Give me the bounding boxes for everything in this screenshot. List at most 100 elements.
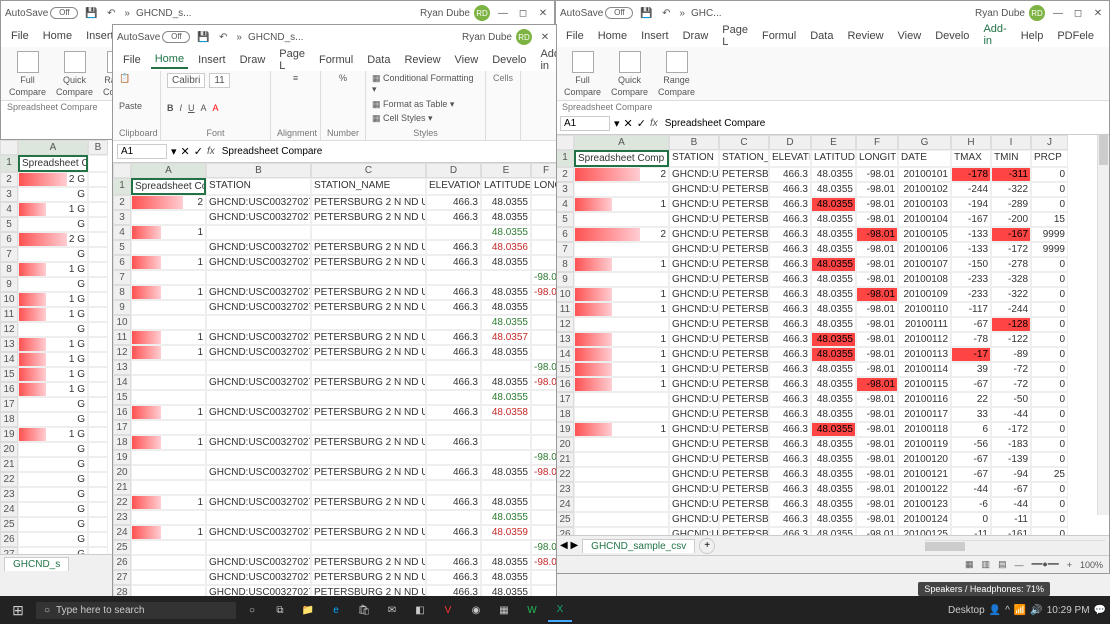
data-cell[interactable] [574, 512, 669, 527]
data-cell[interactable]: -72 [991, 362, 1031, 377]
data-cell[interactable]: PETERSBURG 2 N ND US [311, 435, 426, 450]
save-icon[interactable]: 💾 [196, 30, 210, 44]
explorer-icon[interactable]: 📁 [296, 598, 320, 622]
data-cell[interactable]: 466.3 [769, 497, 811, 512]
data-cell[interactable]: 20100115 [898, 377, 951, 392]
quick-compare-button[interactable]: QuickCompare [56, 51, 93, 97]
bold-button[interactable]: B [167, 103, 174, 113]
data-cell[interactable]: 466.3 [769, 512, 811, 527]
data-cell[interactable]: 0 [1031, 257, 1068, 272]
data-cell[interactable]: 1 [131, 345, 206, 360]
menu-draw[interactable]: Draw [236, 52, 270, 68]
data-cell[interactable]: G [18, 187, 88, 202]
data-cell[interactable]: 466.3 [769, 347, 811, 362]
data-cell[interactable]: 20100117 [898, 407, 951, 422]
menu-page[interactable]: Page L [718, 22, 752, 50]
data-cell[interactable]: -150 [951, 257, 991, 272]
maximize-icon[interactable]: ◻ [1071, 6, 1085, 20]
data-cell[interactable]: PETERSBU [719, 227, 769, 242]
data-cell[interactable]: -56 [951, 437, 991, 452]
data-cell[interactable]: 20100114 [898, 362, 951, 377]
data-cell[interactable]: 48.0355 [811, 197, 856, 212]
data-cell[interactable] [481, 270, 531, 285]
data-cell[interactable]: 1 [574, 377, 669, 392]
data-cell[interactable]: 1 [574, 422, 669, 437]
data-cell[interactable]: 20100106 [898, 242, 951, 257]
data-cell[interactable]: PETERSBURG 2 N ND US [311, 285, 426, 300]
data-cell[interactable]: 9999 [1031, 242, 1068, 257]
menu-formul[interactable]: Formul [315, 52, 357, 68]
data-cell[interactable]: 1 [574, 362, 669, 377]
data-cell[interactable]: 48.0355 [481, 195, 531, 210]
data-cell[interactable]: 48.0355 [811, 422, 856, 437]
data-cell[interactable]: PETERSBU [719, 272, 769, 287]
data-cell[interactable]: -98.01 [856, 302, 898, 317]
save-icon[interactable]: 💾 [84, 6, 98, 20]
data-cell[interactable]: 1 [574, 332, 669, 347]
autosave-toggle-2[interactable]: AutoSave Off [117, 31, 190, 43]
data-cell[interactable]: -98.02 [531, 465, 556, 480]
toggle-off-icon[interactable]: Off [50, 7, 78, 19]
data-cell[interactable] [531, 435, 556, 450]
data-cell[interactable]: PETERSBURG 2 N ND US [311, 255, 426, 270]
data-cell[interactable]: 20100101 [898, 167, 951, 182]
data-cell[interactable]: 466.3 [426, 195, 481, 210]
data-cell[interactable]: 466.3 [426, 255, 481, 270]
data-cell[interactable]: 466.3 [769, 452, 811, 467]
italic-button[interactable]: I [180, 103, 183, 113]
data-cell[interactable]: 20100123 [898, 497, 951, 512]
chrome-icon[interactable]: ◉ [464, 598, 488, 622]
data-cell[interactable]: 466.3 [769, 407, 811, 422]
data-cell[interactable]: G [18, 217, 88, 232]
data-cell[interactable]: -17 [951, 347, 991, 362]
people-icon[interactable]: 👤 [989, 605, 1001, 616]
data-cell[interactable] [206, 390, 311, 405]
data-cell[interactable]: GHCND:US [669, 407, 719, 422]
data-cell[interactable]: PETERSBU [719, 527, 769, 535]
data-cell[interactable] [426, 360, 481, 375]
data-cell[interactable]: G [18, 532, 88, 547]
data-cell[interactable]: -6 [951, 497, 991, 512]
data-cell[interactable]: GHCND:US [669, 497, 719, 512]
data-cell[interactable]: PETERSBU [719, 377, 769, 392]
data-cell[interactable]: 0 [951, 512, 991, 527]
data-cell[interactable]: 0 [1031, 497, 1068, 512]
data-cell[interactable]: 1 [131, 495, 206, 510]
data-cell[interactable]: GHCND:US [669, 257, 719, 272]
data-cell[interactable]: GHCND:US [669, 452, 719, 467]
data-cell[interactable] [426, 450, 481, 465]
data-cell[interactable]: 466.3 [426, 465, 481, 480]
data-cell[interactable]: -98.01 [531, 360, 556, 375]
data-cell[interactable]: -98.01 [856, 197, 898, 212]
data-cell[interactable]: 1 [131, 405, 206, 420]
data-cell[interactable]: GHCND:US [669, 332, 719, 347]
data-cell[interactable] [206, 420, 311, 435]
data-cell[interactable] [481, 540, 531, 555]
data-cell[interactable]: 20100125 [898, 527, 951, 535]
data-cell[interactable]: 15 [1031, 212, 1068, 227]
data-cell[interactable]: 466.3 [426, 300, 481, 315]
data-cell[interactable]: 0 [1031, 422, 1068, 437]
sheet-tab[interactable]: GHCND_sample_csv [582, 539, 695, 553]
data-cell[interactable]: GHCND:USC00327027 [206, 240, 311, 255]
data-cell[interactable]: 20100119 [898, 437, 951, 452]
data-cell[interactable] [311, 390, 426, 405]
data-cell[interactable]: 1 G [18, 307, 88, 322]
data-cell[interactable]: PETERSBURG 2 N ND US [311, 495, 426, 510]
data-cell[interactable] [131, 480, 206, 495]
data-cell[interactable]: GHCND:USC00327027 [206, 300, 311, 315]
data-cell[interactable]: GHCND:US [669, 377, 719, 392]
data-cell[interactable]: -98.01 [856, 212, 898, 227]
data-cell[interactable]: 2 G [18, 172, 88, 187]
data-cell[interactable] [311, 480, 426, 495]
data-cell[interactable]: -233 [951, 287, 991, 302]
tray-chevron-icon[interactable]: ^ [1005, 605, 1010, 616]
data-cell[interactable] [531, 345, 556, 360]
full-compare-button[interactable]: FullCompare [564, 51, 601, 97]
data-cell[interactable]: 20100112 [898, 332, 951, 347]
underline-button[interactable]: U [188, 103, 195, 113]
data-cell[interactable]: -98.01 [856, 272, 898, 287]
data-cell[interactable]: 466.3 [769, 242, 811, 257]
data-cell[interactable]: -178 [951, 167, 991, 182]
data-cell[interactable]: 48.0355 [811, 362, 856, 377]
